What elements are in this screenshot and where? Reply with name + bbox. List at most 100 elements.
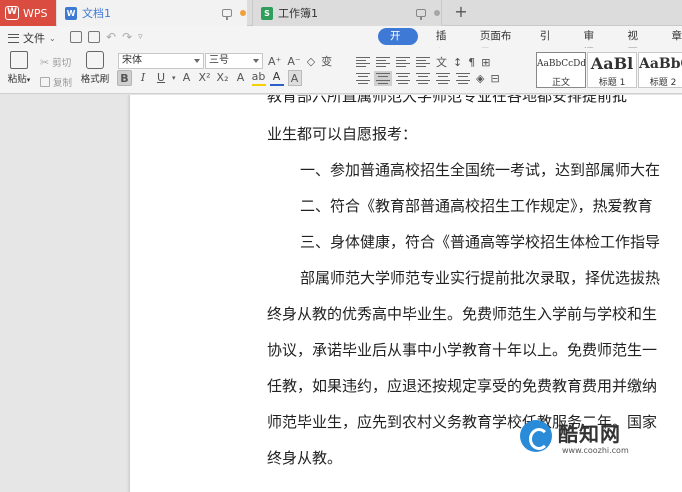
copy-icon xyxy=(40,77,50,87)
subscript-button[interactable]: X₂ xyxy=(216,70,230,86)
font-name-select[interactable]: 宋体 xyxy=(118,53,204,69)
distributed-align-icon[interactable] xyxy=(436,73,450,84)
body-text-line: 二、符合《教育部普通高校招生工作规定》，热爱教育 xyxy=(300,197,653,215)
print-icon[interactable] xyxy=(88,31,100,43)
decrease-indent-icon[interactable] xyxy=(396,56,410,68)
style-heading-1[interactable]: AaBl 标题 1 xyxy=(587,52,637,88)
writer-doc-icon: W xyxy=(65,6,77,20)
unsaved-dot-icon[interactable] xyxy=(240,10,246,16)
sort-icon[interactable]: ↕ xyxy=(453,56,462,69)
font-name-value: 宋体 xyxy=(122,55,142,66)
redo-icon[interactable]: ↷ xyxy=(122,30,132,44)
spreadsheet-tab[interactable]: S 工作簿1 xyxy=(252,0,442,26)
numbered-list-icon[interactable] xyxy=(376,56,390,68)
home-ribbon-toolbar: 粘贴▾ ✂ 剪切 复制 格式刷 宋体 三号 A⁺ A⁻ ◇ 变 文 ↕ ¶ ⊞ … xyxy=(0,48,682,94)
font-size-select[interactable]: 三号 xyxy=(205,53,263,69)
tab-review[interactable]: 审阅 xyxy=(574,28,610,59)
borders-icon[interactable]: ⊟ xyxy=(490,72,499,85)
copy-label: 复制 xyxy=(53,78,73,89)
wps-home-tab[interactable]: W WPS xyxy=(0,0,56,26)
spreadsheet-tab-title: 工作簿1 xyxy=(278,7,318,20)
body-text-line: 终身从教的优秀高中毕业生。免费师范生入学前与学校和生 xyxy=(267,305,658,323)
underline-button[interactable]: U xyxy=(154,70,168,86)
file-menu-label: 文件 xyxy=(23,32,45,45)
undo-icon[interactable]: ↶ xyxy=(106,30,116,44)
body-text-line: 终身从教。 xyxy=(267,449,343,467)
wps-logo-icon: W xyxy=(5,6,19,20)
tab-status-dot-icon[interactable] xyxy=(434,10,440,16)
align-center-icon[interactable] xyxy=(374,71,392,86)
spreadsheet-doc-icon: S xyxy=(261,6,273,20)
table-icon[interactable]: ⊞ xyxy=(481,56,490,69)
chevron-down-icon: ⌄ xyxy=(49,33,56,43)
quick-access-dropdown-icon[interactable]: ▿ xyxy=(138,32,143,42)
hamburger-icon xyxy=(8,33,19,43)
brush-icon xyxy=(86,51,104,69)
style-normal[interactable]: AaBbCcDd 正文 xyxy=(536,52,586,88)
paste-button[interactable]: 粘贴▾ xyxy=(4,51,34,85)
shrink-font-icon[interactable]: A⁻ xyxy=(287,55,300,68)
document-tab[interactable]: W 文档1 xyxy=(57,0,247,26)
chevron-down-icon xyxy=(194,59,200,63)
font-size-value: 三号 xyxy=(209,55,229,66)
increase-indent-icon[interactable] xyxy=(416,56,430,68)
body-text-line: 部属师范大学师范专业实行提前批次录取，择优选拔热 xyxy=(300,269,661,287)
highlight-button[interactable]: ab xyxy=(251,70,266,86)
format-painter-button[interactable]: 格式刷 xyxy=(78,51,112,85)
align-right-icon[interactable] xyxy=(396,73,410,84)
cut-label: 剪切 xyxy=(52,58,72,69)
clear-format-icon[interactable]: ◇ xyxy=(307,55,315,68)
site-watermark: 酷知网 www.coozhi.com xyxy=(518,418,678,462)
grow-font-icon[interactable]: A⁺ xyxy=(268,55,281,68)
line-spacing-icon[interactable] xyxy=(456,73,470,84)
comment-bubble-icon[interactable] xyxy=(416,9,426,20)
tab-view[interactable]: 视图 xyxy=(618,28,654,59)
chevron-down-icon[interactable]: ▾ xyxy=(172,74,176,82)
style-sample: AaBbC xyxy=(639,56,682,72)
cut-button[interactable]: ✂ 剪切 xyxy=(40,55,72,70)
chinese-layout-icon[interactable]: 文 xyxy=(436,54,447,70)
bullet-list-icon[interactable] xyxy=(356,56,370,68)
body-text-line: 任教，如果违约，应退还按规定享受的免费教育费用并缴纳 xyxy=(267,377,658,395)
ribbon-tab-list: 开始 插入 页面布局 引用 审阅 视图 章 xyxy=(378,28,682,59)
chevron-down-icon xyxy=(253,59,259,63)
font-color-button[interactable]: A xyxy=(269,70,284,86)
paste-label: 粘贴 xyxy=(7,74,27,85)
char-shading-button[interactable]: A xyxy=(287,70,302,86)
paste-clipboard-icon xyxy=(10,51,28,69)
style-sample: AaBl xyxy=(590,54,634,73)
tab-page-layout[interactable]: 页面布局 xyxy=(470,28,522,59)
style-name: 正文 xyxy=(551,78,570,88)
char-spacing-button[interactable]: A xyxy=(234,70,248,86)
phonetic-guide-icon[interactable]: 变 xyxy=(321,53,332,69)
document-tab-title: 文档1 xyxy=(82,7,111,20)
superscript-button[interactable]: X² xyxy=(198,70,212,86)
menu-row: 文件 ⌄ ↶ ↷ ▿ 开始 插入 页面布局 引用 审阅 视图 章 xyxy=(0,26,682,59)
shading-fill-icon[interactable]: ◈ xyxy=(476,72,484,85)
style-sample: AaBbCcDd xyxy=(537,59,585,69)
bold-button[interactable]: B xyxy=(117,70,132,86)
new-tab-button[interactable]: + xyxy=(452,3,470,21)
tab-insert[interactable]: 插入 xyxy=(426,28,462,59)
body-text-line: 教育部六所直属师范大学师范专业在各地都安排提前批 xyxy=(267,95,628,105)
file-menu-button[interactable]: 文件 ⌄ xyxy=(8,30,56,46)
style-heading-2[interactable]: AaBbC 标题 2 xyxy=(638,52,682,88)
copy-button[interactable]: 复制 xyxy=(40,75,72,89)
scissors-icon: ✂ xyxy=(40,55,50,69)
body-text-line: 一、参加普通高校招生全国统一考试，达到部属师大在 xyxy=(300,161,661,179)
title-tab-bar: W WPS W 文档1 S 工作簿1 + xyxy=(0,0,682,26)
coozhi-logo-icon xyxy=(520,420,552,452)
body-text-line: 业生都可以自愿报考： xyxy=(267,125,418,143)
strikethrough-button[interactable]: A xyxy=(180,70,194,86)
comment-bubble-icon[interactable] xyxy=(222,9,232,20)
show-marks-icon[interactable]: ¶ xyxy=(468,56,475,69)
watermark-url: www.coozhi.com xyxy=(562,446,629,455)
tab-references[interactable]: 引用 xyxy=(530,28,566,59)
italic-button[interactable]: I xyxy=(136,70,150,86)
tab-home[interactable]: 开始 xyxy=(378,28,418,59)
save-icon[interactable] xyxy=(70,31,82,43)
format-painter-label: 格式刷 xyxy=(80,74,110,85)
justify-icon[interactable] xyxy=(416,73,430,84)
tab-chapter[interactable]: 章 xyxy=(661,28,682,45)
align-left-icon[interactable] xyxy=(356,73,370,84)
